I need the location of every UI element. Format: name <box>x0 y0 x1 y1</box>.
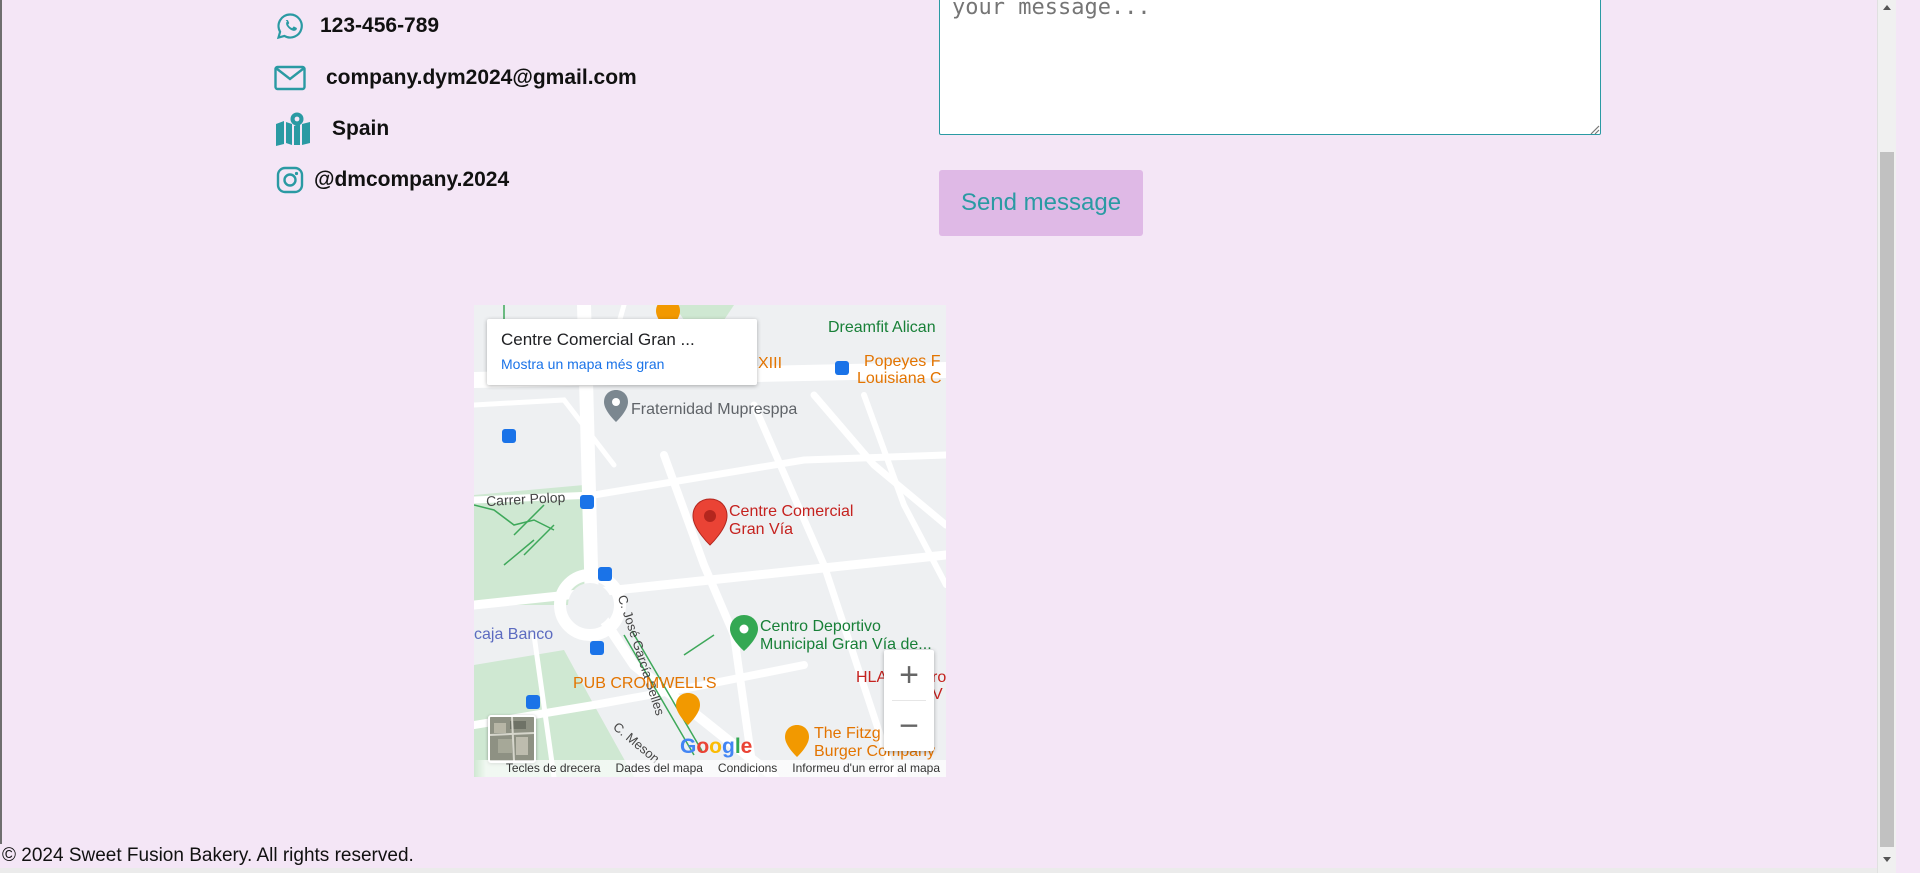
contact-phone: 123-456-789 <box>274 10 439 42</box>
terms-link[interactable]: Condicions <box>718 760 777 777</box>
report-error-link[interactable]: Informeu d'un error al mapa <box>792 760 940 777</box>
satellite-layer-toggle[interactable] <box>488 715 536 763</box>
map-label-fraternidad[interactable]: Fraternidad Mupresppa <box>631 401 797 419</box>
location-text: Spain <box>332 117 390 140</box>
view-larger-map-link[interactable]: Mostra un mapa més gran <box>501 356 743 372</box>
map-zoom-control: + − <box>884 650 934 751</box>
map-place-card: Centre Comercial Gran ... Mostra un mapa… <box>487 319 757 385</box>
contact-location: Spain <box>274 110 389 148</box>
scroll-down-arrow-icon[interactable] <box>1878 853 1896 867</box>
map-location-icon <box>274 110 312 148</box>
scrollbar-thumb[interactable] <box>1880 152 1894 847</box>
message-textarea[interactable] <box>939 0 1601 135</box>
map-label-popeyes-1[interactable]: Popeyes F <box>864 353 940 371</box>
keyboard-shortcuts-link[interactable]: Tecles de drecera <box>506 760 601 777</box>
page-left-edge <box>0 0 2 873</box>
instagram-text: @dmcompany.2024 <box>314 168 510 191</box>
map-attribution-bar: Tecles de drecera Dades del mapa Condici… <box>474 760 946 777</box>
zoom-out-button[interactable]: − <box>884 701 934 751</box>
map-label-gran-via-2[interactable]: Gran Vía <box>729 521 793 539</box>
scroll-up-arrow-icon[interactable] <box>1878 0 1896 14</box>
envelope-icon <box>274 62 306 94</box>
map-label-fitzg-1[interactable]: The Fitzg <box>814 725 881 743</box>
satellite-thumbnail-icon <box>490 717 534 761</box>
map-label-hla-1[interactable]: HLA <box>856 669 887 687</box>
resize-handle-icon[interactable] <box>1588 122 1600 135</box>
send-message-button[interactable]: Send message <box>939 170 1143 236</box>
map-label-centro-deportivo-1[interactable]: Centro Deportivo <box>760 618 881 636</box>
contact-instagram: @dmcompany.2024 <box>274 164 509 196</box>
map-data-link[interactable]: Dades del mapa <box>616 760 703 777</box>
map-label-hla-2[interactable]: ro <box>932 669 946 687</box>
google-logo: Google <box>680 735 753 758</box>
map-label-dreamfit[interactable]: Dreamfit Alican <box>828 319 936 337</box>
horizontal-scroll-track <box>0 868 1877 873</box>
whatsapp-icon <box>274 10 306 42</box>
phone-text: 123-456-789 <box>320 14 440 37</box>
vertical-scrollbar[interactable] <box>1877 0 1896 873</box>
map-label-xiii: XIII <box>758 355 783 372</box>
zoom-in-button[interactable]: + <box>884 650 934 700</box>
map-place-title: Centre Comercial Gran ... <box>501 330 695 349</box>
map-label-gran-via-1[interactable]: Centre Comercial <box>729 503 853 521</box>
embedded-map[interactable]: Dreamfit Alican Popeyes F Louisiana C XI… <box>474 305 946 777</box>
map-label-caja-banco[interactable]: caja Banco <box>474 626 553 644</box>
instagram-icon <box>274 164 306 196</box>
footer-copyright: © 2024 Sweet Fusion Bakery. All rights r… <box>2 845 414 866</box>
map-label-pub[interactable]: PUB CROMWELL'S <box>573 675 717 693</box>
email-text: company.dym2024@gmail.com <box>326 66 637 89</box>
map-label-popeyes-2[interactable]: Louisiana C <box>857 370 942 388</box>
contact-email: company.dym2024@gmail.com <box>274 62 637 94</box>
